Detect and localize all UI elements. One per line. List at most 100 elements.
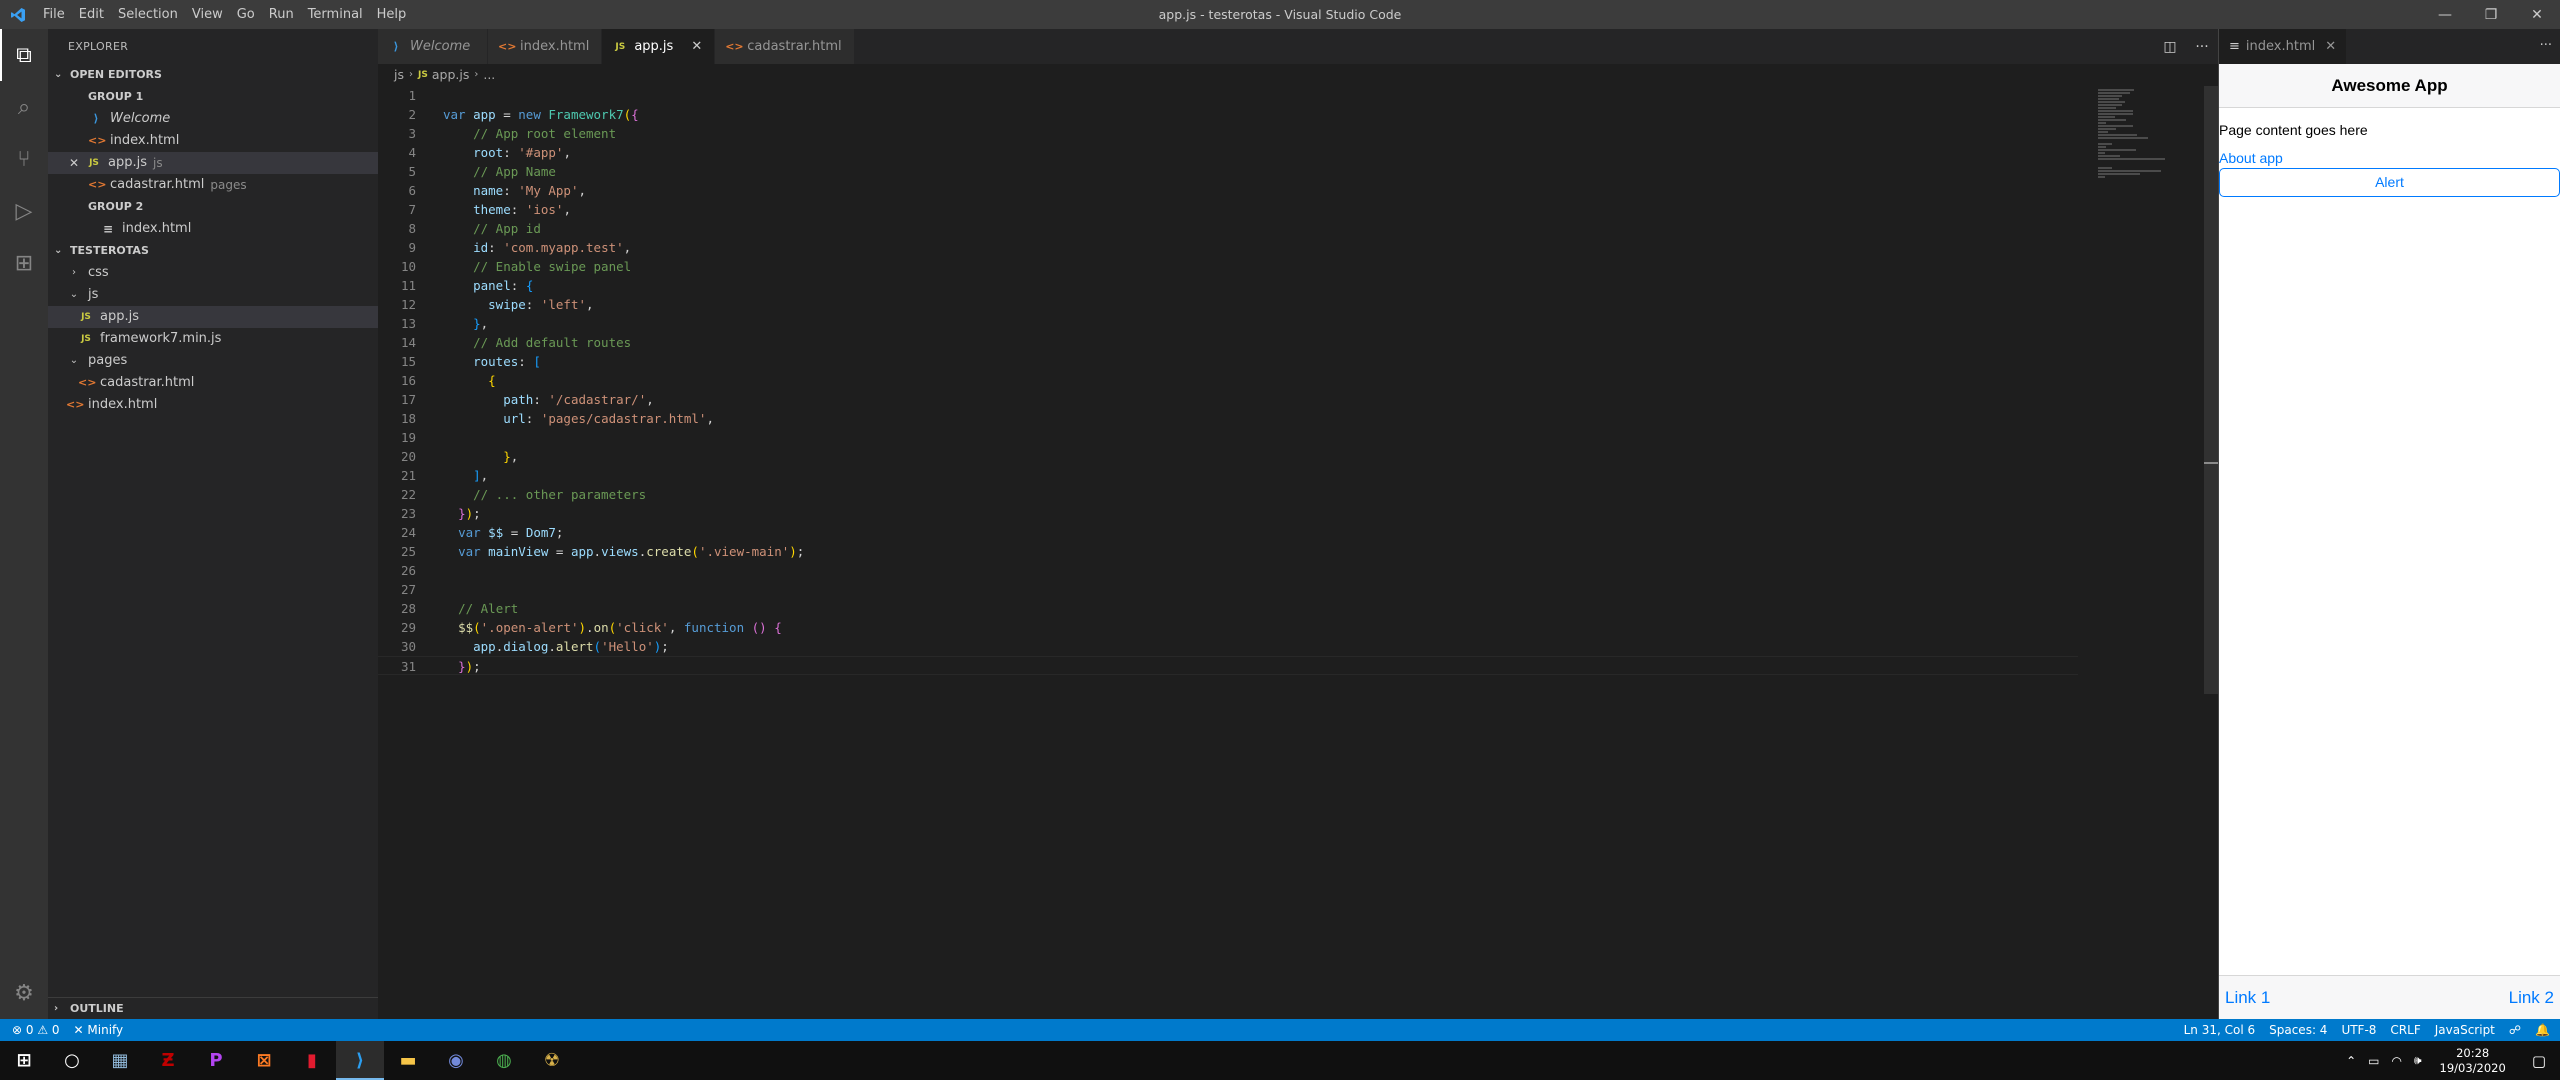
- toolbar-link-1[interactable]: Link 1: [2225, 988, 2270, 1008]
- code-editor[interactable]: 1 2 var app = new Framework7({3 // App roo…: [378, 86, 2078, 675]
- chrome-icon[interactable]: ◍: [480, 1041, 528, 1080]
- cortana-search-icon[interactable]: ○: [48, 1041, 96, 1080]
- tab-actions: ◫ ···: [2154, 29, 2218, 64]
- open-editor-label: cadastrar.html: [110, 177, 205, 192]
- notifications-bell-icon[interactable]: 🔔: [2528, 1019, 2560, 1041]
- minimap-line: [2098, 98, 2119, 100]
- close-tab-icon[interactable]: ✕: [2325, 39, 2336, 54]
- wifi-icon[interactable]: ◠: [2385, 1054, 2407, 1068]
- vscode-icon[interactable]: ⟩: [336, 1041, 384, 1080]
- close-tab-icon[interactable]: ✕: [691, 39, 702, 54]
- explorer-icon[interactable]: ⧉: [0, 29, 48, 81]
- close-icon[interactable]: ✕: [66, 152, 82, 174]
- menu-help[interactable]: Help: [370, 0, 414, 29]
- game-app-icon[interactable]: ☢: [528, 1041, 576, 1080]
- volume-icon[interactable]: 🕪: [2408, 1053, 2428, 1068]
- eol-status[interactable]: CRLF: [2383, 1019, 2427, 1041]
- xampp-icon[interactable]: ⊠: [240, 1041, 288, 1080]
- code-token: var: [458, 544, 489, 559]
- code-token: function: [683, 620, 752, 635]
- line-number: 12: [400, 297, 416, 312]
- preview-tab[interactable]: ≡ index.html ✕: [2219, 29, 2347, 64]
- extensions-icon[interactable]: ⊞: [0, 237, 48, 289]
- file-explorer-icon[interactable]: ▬: [384, 1041, 432, 1080]
- preview-icon: ≡: [2229, 39, 2240, 54]
- minify-status[interactable]: ✕ Minify: [67, 1019, 131, 1041]
- open-editors-header[interactable]: ⌄ OPEN EDITORS: [48, 64, 378, 86]
- file-item[interactable]: JS framework7.min.js: [48, 328, 378, 350]
- problems-status[interactable]: ⊗ 0 ⚠ 0: [0, 1019, 67, 1041]
- folder-item[interactable]: ⌄ js: [48, 284, 378, 306]
- clock[interactable]: 20:28 19/03/2020: [2428, 1046, 2518, 1076]
- menu-view[interactable]: View: [185, 0, 230, 29]
- alert-button[interactable]: Alert: [2219, 168, 2560, 197]
- open-editor-item[interactable]: ⟩ Welcome: [48, 108, 378, 130]
- editor-tab[interactable]: <> cadastrar.html: [715, 29, 855, 64]
- breadcrumb-folder[interactable]: js: [394, 64, 404, 86]
- vertical-scrollbar[interactable]: [2204, 86, 2218, 694]
- minimap-line: [2098, 158, 2166, 160]
- split-editor-icon[interactable]: ◫: [2154, 39, 2186, 55]
- open-editor-item[interactable]: ✕ JS app.js js: [48, 152, 378, 174]
- toolbar-link-2[interactable]: Link 2: [2509, 988, 2554, 1008]
- project-header[interactable]: ⌄ TESTEROTAS: [48, 240, 378, 262]
- file-item[interactable]: <> cadastrar.html: [48, 372, 378, 394]
- phpstorm-icon[interactable]: P: [192, 1041, 240, 1080]
- menu-go[interactable]: Go: [230, 0, 262, 29]
- language-mode-status[interactable]: JavaScript: [2428, 1019, 2502, 1041]
- open-editor-item[interactable]: <> index.html: [48, 130, 378, 152]
- outline-header[interactable]: › OUTLINE: [48, 997, 378, 1019]
- menu-selection[interactable]: Selection: [111, 0, 185, 29]
- minimize-button[interactable]: —: [2422, 0, 2468, 29]
- source-control-icon[interactable]: ⑂: [0, 133, 48, 185]
- sidebar-title: EXPLORER: [68, 40, 129, 53]
- phpstorm-glyph: P: [209, 1050, 223, 1071]
- network-icon[interactable]: ▭: [2362, 1054, 2385, 1068]
- menu-terminal[interactable]: Terminal: [301, 0, 370, 29]
- task-view-icon[interactable]: ▦: [96, 1041, 144, 1080]
- filezilla-icon[interactable]: Ƶ: [144, 1041, 192, 1080]
- folder-item[interactable]: › css: [48, 262, 378, 284]
- more-actions-icon[interactable]: ···: [2540, 38, 2552, 53]
- breadcrumb-file[interactable]: app.js: [432, 64, 470, 86]
- editor-tab[interactable]: <> index.html: [488, 29, 603, 64]
- manage-gear-icon[interactable]: ⚙: [0, 967, 48, 1019]
- breadcrumb-symbol[interactable]: ...: [483, 64, 495, 86]
- more-actions-icon[interactable]: ···: [2186, 39, 2218, 55]
- editor-tab[interactable]: ⟩ Welcome: [378, 29, 488, 64]
- encoding-status[interactable]: UTF-8: [2334, 1019, 2383, 1041]
- js-file-icon: JS: [81, 334, 91, 344]
- line-number: 25: [400, 544, 416, 559]
- minimap-line: [2098, 113, 2133, 115]
- file-item[interactable]: JS app.js: [48, 306, 378, 328]
- menu-edit[interactable]: Edit: [72, 0, 111, 29]
- cursor-position-status[interactable]: Ln 31, Col 6: [2177, 1019, 2263, 1041]
- about-app-link[interactable]: About app: [2219, 150, 2560, 166]
- tray-chevron-icon[interactable]: ⌃: [2340, 1054, 2362, 1068]
- media-app-icon[interactable]: ▮: [288, 1041, 336, 1080]
- feedback-icon[interactable]: ☍: [2502, 1019, 2528, 1041]
- discord-icon[interactable]: ◉: [432, 1041, 480, 1080]
- menu-run[interactable]: Run: [262, 0, 301, 29]
- action-center-icon[interactable]: ▢: [2518, 1052, 2560, 1070]
- minimap[interactable]: [2098, 86, 2208, 178]
- run-debug-icon[interactable]: ▷: [0, 185, 48, 237]
- file-item[interactable]: <> index.html: [48, 394, 378, 416]
- indentation-status[interactable]: Spaces: 4: [2262, 1019, 2334, 1041]
- search-icon[interactable]: ⌕: [0, 81, 48, 133]
- code-token: .: [593, 544, 602, 559]
- restore-button[interactable]: ❐: [2468, 0, 2514, 29]
- open-editor-item[interactable]: ≡ index.html: [48, 218, 378, 240]
- code-token: ): [465, 659, 474, 674]
- menu-file[interactable]: File: [36, 0, 72, 29]
- windows-start-icon[interactable]: ⊞: [0, 1041, 48, 1080]
- code-token: ,: [706, 411, 714, 426]
- open-editor-item[interactable]: <> cadastrar.html pages: [48, 174, 378, 196]
- close-window-button[interactable]: ✕: [2514, 0, 2560, 29]
- folder-item[interactable]: ⌄ pages: [48, 350, 378, 372]
- code-token: 'click': [616, 620, 669, 635]
- editor-tab[interactable]: JS app.js ✕: [602, 29, 716, 64]
